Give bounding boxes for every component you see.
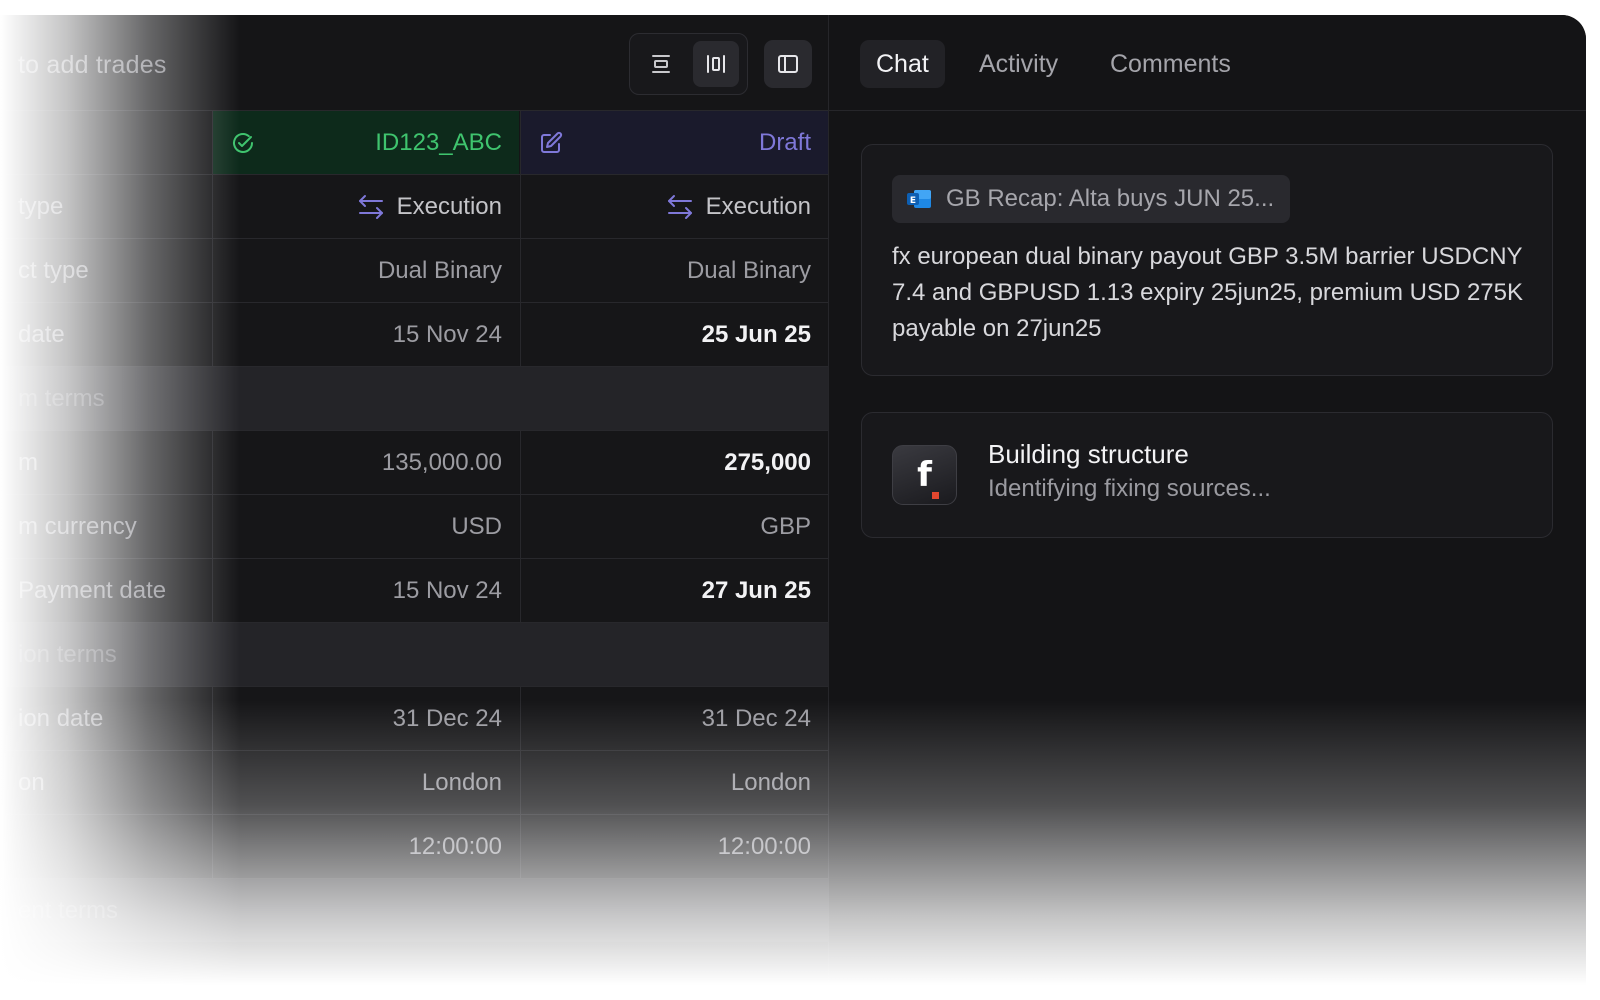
- table-row: ion date 31 Dec 24 31 Dec 24: [0, 686, 828, 751]
- table-cell-changed[interactable]: 25 Jun 25: [520, 303, 828, 367]
- draft-label: Draft: [758, 129, 811, 156]
- table-cell[interactable]: Dual Binary: [520, 239, 828, 303]
- status-subtitle: Identifying fixing sources...: [988, 475, 1271, 502]
- table-cell[interactable]: Dual Binary: [212, 239, 519, 303]
- section-label: ent terms: [18, 897, 119, 924]
- section-row: ion terms: [0, 622, 828, 686]
- tab-chat[interactable]: Chat: [860, 40, 945, 88]
- chat-pane: Chat Activity Comments E GB Recap: Alta …: [829, 15, 1586, 1000]
- row-label: ct type: [18, 257, 89, 284]
- trade-id: ID123_ABC: [375, 129, 502, 156]
- email-subject: GB Recap: Alta buys JUN 25...: [946, 185, 1275, 212]
- table-cell[interactable]: 15 Nov 24: [212, 303, 519, 367]
- table-cell[interactable]: Execution: [212, 175, 519, 239]
- chat-message-text: fx european dual binary payout GBP 3.5M …: [892, 243, 1523, 342]
- row-label: m: [18, 449, 38, 476]
- table-cell[interactable]: London: [520, 751, 828, 815]
- row-label: date: [18, 321, 65, 348]
- trade-toolbar: to add trades: [0, 15, 828, 110]
- view-toggle: [629, 33, 748, 95]
- section-label: m terms: [18, 385, 105, 412]
- section-row: ent terms: [0, 878, 828, 942]
- section-row: m terms: [0, 366, 828, 430]
- swap-arrows-icon: [667, 195, 692, 219]
- edit-icon: [541, 131, 563, 153]
- table-cell[interactable]: 12:00:00: [212, 815, 519, 879]
- row-label: Payment date: [18, 577, 167, 604]
- logo-letter: f: [917, 455, 940, 499]
- row-label: m currency: [18, 513, 137, 540]
- align-center-icon: [652, 55, 670, 73]
- table-cell[interactable]: Execution: [520, 175, 828, 239]
- table-cell[interactable]: 31 Dec 24: [212, 687, 519, 751]
- outlook-icon: E: [907, 190, 931, 208]
- table-cell[interactable]: London: [212, 751, 519, 815]
- chat-message-card: E GB Recap: Alta buys JUN 25... fx europ…: [861, 144, 1553, 376]
- columns-icon: [707, 55, 725, 73]
- header-label-cell: [0, 111, 212, 175]
- app-window: to add trades ID123_ABC Draft type Execu…: [0, 15, 1586, 1000]
- draft-column-header[interactable]: Draft: [520, 111, 828, 175]
- status-card: f Building structure Identifying fixing …: [861, 412, 1553, 538]
- trade-compare-pane: to add trades ID123_ABC Draft type Execu…: [0, 15, 828, 1000]
- table-cell[interactable]: 15 Nov 24: [212, 559, 519, 623]
- table-cell[interactable]: USD: [212, 495, 519, 559]
- sidebar-toggle-icon: [778, 55, 798, 73]
- table-row: Payment date 15 Nov 24 27 Jun 25: [0, 558, 828, 623]
- table-cell-changed[interactable]: 27 Jun 25: [520, 559, 828, 623]
- row-label: on: [18, 769, 45, 796]
- table-row: m 135,000.00 275,000: [0, 430, 828, 495]
- sidebar-toggle-button[interactable]: [764, 40, 812, 88]
- table-row: on London London: [0, 750, 828, 815]
- section-label: ion terms: [18, 641, 117, 668]
- table-row: 12:00:00 12:00:00: [0, 814, 828, 879]
- trade-column-header[interactable]: ID123_ABC: [212, 111, 519, 175]
- logo-dot: [932, 492, 940, 499]
- table-cell[interactable]: GBP: [520, 495, 828, 559]
- row-label: ion date: [18, 705, 104, 732]
- chat-tabs: Chat Activity Comments: [829, 15, 1586, 111]
- app-logo: f: [892, 445, 957, 505]
- tab-activity[interactable]: Activity: [963, 40, 1074, 88]
- table-row: ct type Dual Binary Dual Binary: [0, 238, 828, 303]
- table-cell-changed[interactable]: 275,000: [520, 431, 828, 495]
- tab-comments[interactable]: Comments: [1094, 40, 1247, 88]
- columns-view-button[interactable]: [693, 41, 739, 87]
- email-attachment-chip[interactable]: E GB Recap: Alta buys JUN 25...: [892, 175, 1291, 223]
- status-title: Building structure: [988, 439, 1189, 469]
- table-row: m currency USD GBP: [0, 494, 828, 559]
- cell-value: Execution: [705, 193, 811, 220]
- row-label: [0, 815, 212, 879]
- table-row: date 15 Nov 24 25 Jun 25: [0, 302, 828, 367]
- add-trades-hint[interactable]: to add trades: [18, 51, 167, 80]
- trade-grid: ID123_ABC Draft type Execution Execution…: [0, 110, 828, 942]
- grid-header-row: ID123_ABC Draft: [0, 110, 828, 175]
- table-cell[interactable]: 31 Dec 24: [520, 687, 828, 751]
- svg-text:E: E: [910, 196, 916, 206]
- row-label: type: [18, 193, 64, 220]
- table-row: type Execution Execution: [0, 174, 828, 239]
- table-cell[interactable]: 12:00:00: [520, 815, 828, 879]
- cell-value: Execution: [396, 193, 502, 220]
- swap-arrows-icon: [358, 195, 383, 219]
- align-center-view-button[interactable]: [638, 41, 684, 87]
- table-cell[interactable]: 135,000.00: [212, 431, 519, 495]
- check-circle-icon: [233, 133, 253, 153]
